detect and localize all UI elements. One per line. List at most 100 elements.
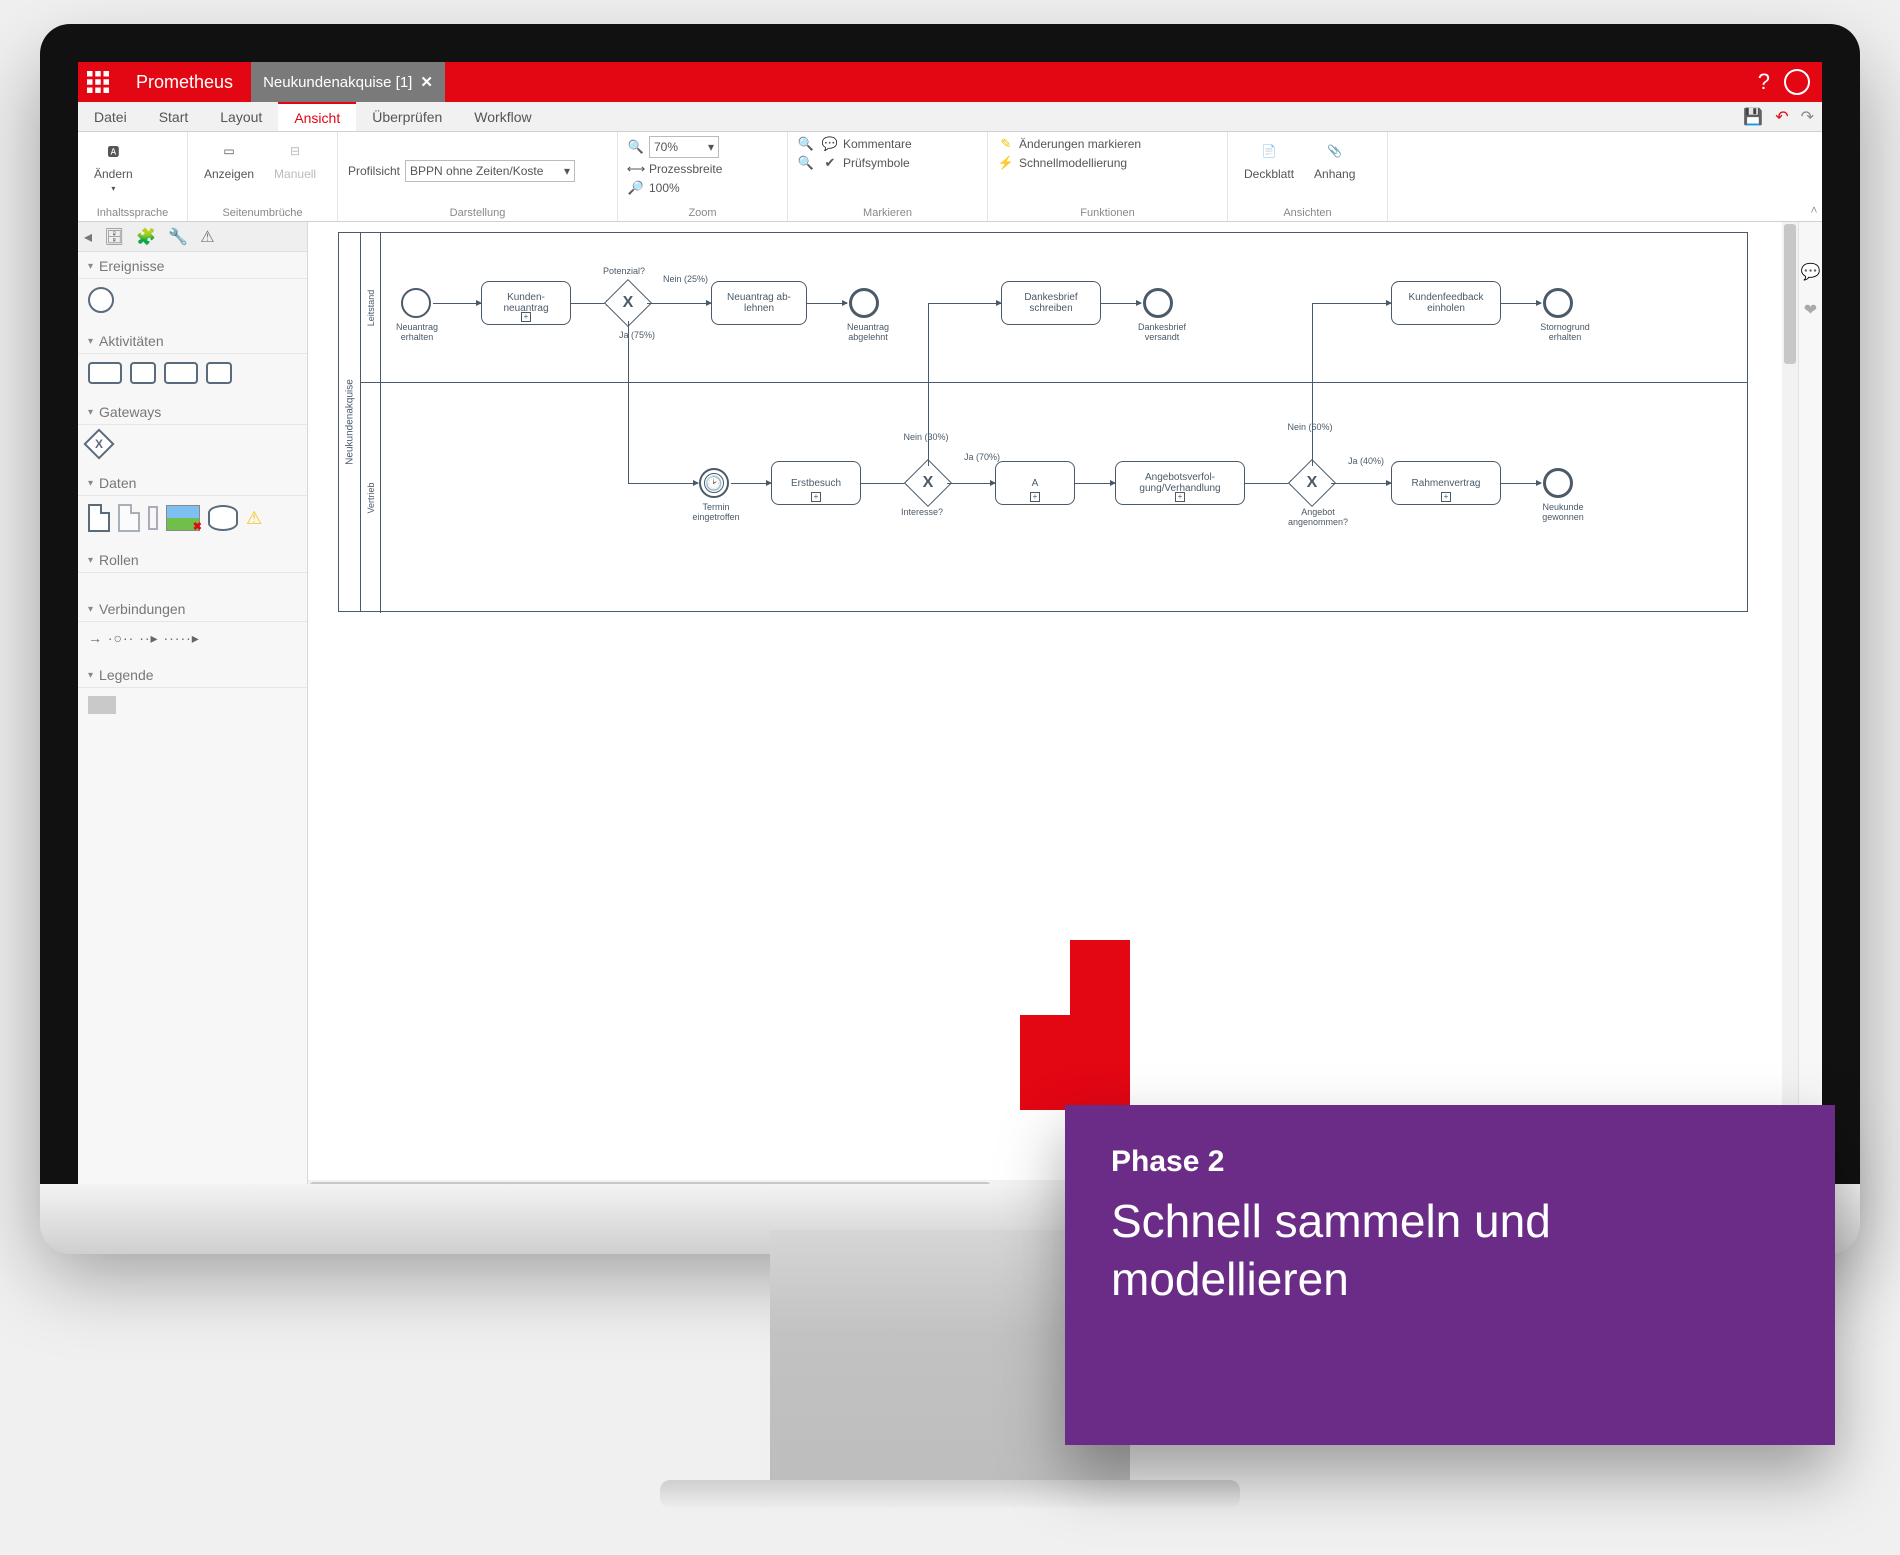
end-neukunde[interactable] xyxy=(1543,468,1573,498)
kommentare-button[interactable]: 💬 Kommentare xyxy=(822,136,912,152)
deckblatt-button[interactable]: 📄 Deckblatt xyxy=(1238,136,1300,183)
palette-legende-header[interactable]: Legende xyxy=(78,661,307,688)
palette-tab-tools-icon[interactable]: 🔧 xyxy=(168,227,188,247)
pruefsymbole-button[interactable]: ✔ Prüfsymbole xyxy=(822,155,912,171)
start-event-label: Neuantrag erhalten xyxy=(387,323,447,343)
shape-start-event[interactable] xyxy=(88,287,114,313)
ribbon-anzeigen-button[interactable]: ▭ Anzeigen xyxy=(198,136,260,183)
prozessbreite-button[interactable]: ⟷ Prozessbreite xyxy=(628,161,722,177)
palette-ereignisse-header[interactable]: Ereignisse xyxy=(78,252,307,279)
palette-gateways-header[interactable]: Gateways xyxy=(78,398,307,425)
end-dankesbrief-label: Dankesbrief versandt xyxy=(1127,323,1197,343)
ribbon-manuell-label: Manuell xyxy=(274,167,316,181)
menu-start[interactable]: Start xyxy=(143,102,205,131)
lane1-label: Leitstand xyxy=(366,289,376,326)
ribbon-group-zoom-label: Zoom xyxy=(628,205,777,219)
ribbon-group-markieren-label: Markieren xyxy=(798,205,977,219)
shape-image-remove[interactable] xyxy=(166,505,200,531)
menu-datei[interactable]: Datei xyxy=(78,102,143,131)
ribbon-aendern-button[interactable]: 🅰 Ändern ▾ xyxy=(88,136,139,195)
palette-daten-header[interactable]: Daten xyxy=(78,469,307,496)
end-dankesbrief[interactable] xyxy=(1143,288,1173,318)
collapse-ribbon-icon[interactable]: ˄ xyxy=(1806,132,1822,221)
task-erstbesuch[interactable]: Erstbesuch + xyxy=(771,461,861,505)
gateway-angebot[interactable]: X xyxy=(1288,459,1336,507)
end-storno[interactable] xyxy=(1543,288,1573,318)
palette-tab-db-icon[interactable]: 🗄 xyxy=(104,227,124,247)
menu-ansicht[interactable]: Ansicht xyxy=(278,102,356,131)
shape-task[interactable] xyxy=(88,362,122,384)
task-verfolgung[interactable]: Angebotsverfol- gung/Verhandlung + xyxy=(1115,461,1245,505)
app-window: Prometheus Neukundenakquise [1] ✕ ? Date… xyxy=(78,62,1822,1196)
right-rail: 💬 ❤ xyxy=(1798,222,1822,1196)
shape-sequence-flow[interactable]: → ·○·· ··▸ ·····▸ xyxy=(88,630,200,647)
close-tab-icon[interactable]: ✕ xyxy=(420,73,433,91)
lane-vertrieb[interactable]: Vertrieb Termin eingetroffen Erstbesuch … xyxy=(361,383,1747,613)
vertical-scrollbar[interactable] xyxy=(1782,222,1798,1180)
document-tab[interactable]: Neukundenakquise [1] ✕ xyxy=(251,62,445,102)
shape-task-2[interactable] xyxy=(164,362,198,384)
record-indicator-icon[interactable] xyxy=(1784,69,1810,95)
task-feedback[interactable]: Kundenfeedback einholen xyxy=(1391,281,1501,325)
end-abgelehnt[interactable] xyxy=(849,288,879,318)
shape-task-3[interactable] xyxy=(206,362,232,384)
menu-workflow[interactable]: Workflow xyxy=(458,102,547,131)
lane-leitstand[interactable]: Leitstand Neuantrag erhalten Kunden- neu… xyxy=(361,233,1747,383)
gw-interesse-label: Interesse? xyxy=(901,508,943,518)
profilsicht-dropdown[interactable]: BPPN ohne Zeiten/Koste ▾ xyxy=(405,160,575,182)
task-ablehnen[interactable]: Neuantrag ab- lehnen xyxy=(711,281,807,325)
zoom-in-button[interactable]: 🔍 xyxy=(798,136,814,152)
profilsicht-label: Profilsicht xyxy=(348,164,400,178)
menu-ueberpruefen[interactable]: Überprüfen xyxy=(356,102,458,131)
shape-datastore[interactable] xyxy=(208,505,238,531)
shape-data-object-2[interactable] xyxy=(118,504,140,532)
shape-gateway-xor[interactable]: X xyxy=(83,428,114,459)
shape-legend-swatch[interactable] xyxy=(88,696,116,714)
palette-verbindungen-header[interactable]: Verbindungen xyxy=(78,595,307,622)
start-event[interactable] xyxy=(401,288,431,318)
check-icon: ✔ xyxy=(822,155,838,171)
bpmn-pool[interactable]: Neukundenakquise Leitstand Neuantrag erh… xyxy=(338,232,1748,612)
task-a[interactable]: A + xyxy=(995,461,1075,505)
task-kundenneuantrag[interactable]: Kunden- neuantrag + xyxy=(481,281,571,325)
gw-angebot-label: Angebot angenommen? xyxy=(1273,508,1363,528)
event-termin[interactable] xyxy=(699,468,729,498)
palette-tab-shapes-icon[interactable]: 🧩 xyxy=(136,227,156,247)
undo-icon[interactable]: ↶ xyxy=(1775,107,1788,127)
task-rahmen[interactable]: Rahmenvertrag + xyxy=(1391,461,1501,505)
event-termin-label: Termin eingetroffen xyxy=(681,503,751,523)
task-dankesbrief[interactable]: Dankesbrief schreiben xyxy=(1001,281,1101,325)
palette-nav-prev-icon[interactable]: ◂ xyxy=(84,227,92,247)
shape-data-input[interactable] xyxy=(148,506,158,530)
help-button[interactable]: ? xyxy=(1744,69,1784,95)
save-icon[interactable]: 💾 xyxy=(1743,107,1763,127)
chat-icon[interactable]: 💬 xyxy=(1801,262,1821,282)
gateway-potenzial[interactable]: X xyxy=(604,279,652,327)
redo-icon[interactable]: ↷ xyxy=(1801,107,1814,127)
end-storno-label: Stornogrund erhalten xyxy=(1525,323,1605,343)
gateway-interesse[interactable]: X xyxy=(904,459,952,507)
schnellmodellierung-button[interactable]: ⚡ Schnellmodellierung xyxy=(998,155,1141,171)
shape-task-small[interactable] xyxy=(130,362,156,384)
shape-data-object[interactable] xyxy=(88,504,110,532)
zoom-in-icon: 🔍 xyxy=(798,136,814,152)
zoom-icon: 🔍 xyxy=(628,139,644,155)
document-tab-label: Neukundenakquise [1] xyxy=(263,74,412,91)
zoom-out-button[interactable]: 🔍 xyxy=(798,155,814,171)
menu-layout[interactable]: Layout xyxy=(204,102,278,131)
zoom-100-button[interactable]: 🔎 100% xyxy=(628,180,722,196)
zoom-value: 70% xyxy=(654,140,678,154)
zoom-dropdown[interactable]: 70% ▾ xyxy=(649,136,719,158)
app-logo-icon xyxy=(78,62,118,102)
shape-warning-icon[interactable]: ⚠ xyxy=(246,508,262,529)
aenderungen-button[interactable]: ✎ Änderungen markieren xyxy=(998,136,1141,152)
ribbon: 🅰 Ändern ▾ Inhaltssprache ▭ Anzeigen ⊟ M… xyxy=(78,132,1822,222)
palette-tab-warn-icon[interactable]: ⚠ xyxy=(200,227,214,247)
anhang-button[interactable]: 📎 Anhang xyxy=(1308,136,1361,183)
pool-title: Neukundenakquise xyxy=(339,233,361,611)
gw-no-label: Nein (25%) xyxy=(663,275,708,285)
shape-palette: ◂ 🗄 🧩 🔧 ⚠ Ereignisse Aktivitäten xyxy=(78,222,308,1196)
palette-rollen-header[interactable]: Rollen xyxy=(78,546,307,573)
activity-icon[interactable]: ❤ xyxy=(1804,300,1817,320)
palette-aktivitaeten-header[interactable]: Aktivitäten xyxy=(78,327,307,354)
